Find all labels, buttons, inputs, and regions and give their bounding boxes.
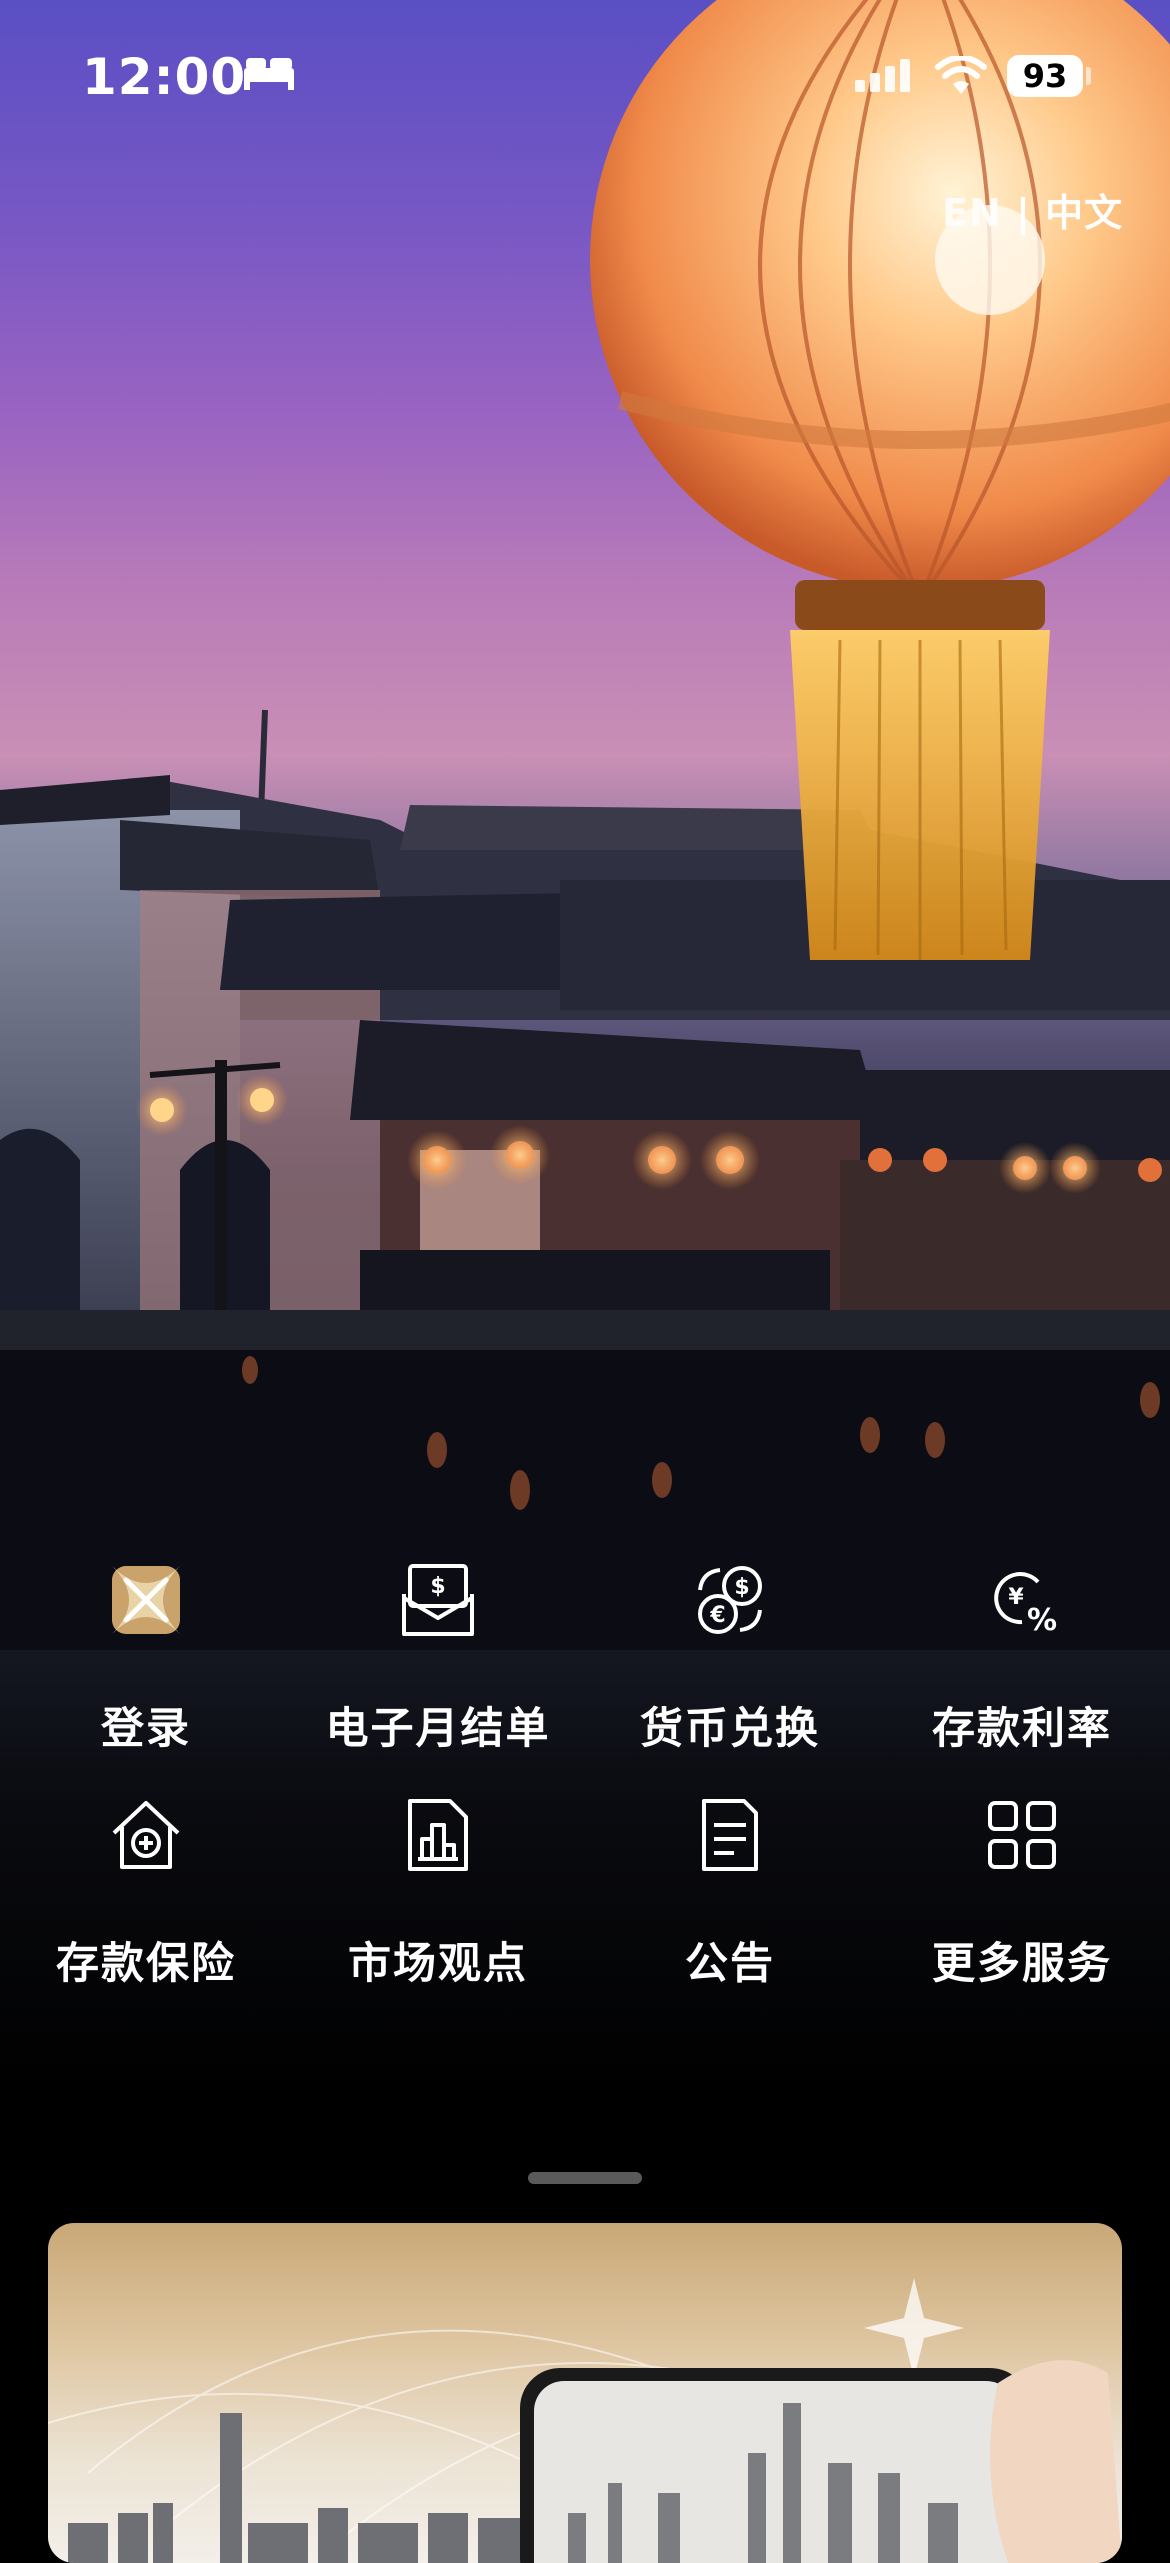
service-more[interactable]: 更多服务 <box>876 1795 1168 1995</box>
language-separator: | <box>1016 191 1031 235</box>
language-en[interactable]: EN <box>942 191 1002 235</box>
service-label: 存款保险 <box>56 1939 236 1989</box>
language-zh[interactable]: 中文 <box>1045 191 1123 235</box>
svg-text:$: $ <box>734 1575 749 1600</box>
service-login[interactable]: 登录 <box>0 1560 292 1760</box>
currency-exchange-icon: $ € <box>698 1566 762 1634</box>
market-insights-icon <box>408 1799 468 1871</box>
deposit-rate-icon: ¥ % <box>994 1572 1057 1638</box>
battery-icon: 93 <box>1007 55 1083 97</box>
banner-illustration <box>48 2278 1122 2563</box>
service-deposit-rate[interactable]: ¥ % 存款利率 <box>876 1560 1168 1760</box>
battery-tip <box>1086 67 1091 85</box>
service-deposit-insurance[interactable]: 存款保险 <box>0 1795 292 1995</box>
svg-text:$: $ <box>430 1574 445 1599</box>
status-time: 12:00 <box>82 48 247 106</box>
dbs-logo-icon <box>112 1566 180 1634</box>
announcement-icon <box>702 1799 758 1871</box>
sheet-drag-handle[interactable] <box>528 2172 642 2184</box>
service-currency-exchange[interactable]: $ € 货币兑换 <box>584 1560 876 1760</box>
promo-banner[interactable] <box>48 2223 1122 2563</box>
cellular-signal-icon <box>855 59 910 92</box>
wifi-icon <box>935 56 987 94</box>
service-label: 市场观点 <box>348 1939 528 1989</box>
deposit-insurance-icon <box>112 1801 180 1869</box>
svg-text:€: € <box>709 1603 725 1628</box>
status-bar: 12:00 93 <box>0 0 1170 150</box>
svg-text:¥: ¥ <box>1008 1585 1024 1610</box>
service-label: 存款利率 <box>932 1704 1112 1754</box>
service-label: 电子月结单 <box>325 1704 551 1754</box>
battery-level: 93 <box>1022 57 1068 95</box>
hero-background <box>0 0 1170 2100</box>
service-label: 公告 <box>685 1939 775 1989</box>
svg-text:%: % <box>1027 1603 1057 1638</box>
service-market-insights[interactable]: 市场观点 <box>292 1795 584 1995</box>
more-services-icon <box>988 1801 1056 1869</box>
bed-icon <box>244 58 294 90</box>
e-statement-icon: $ <box>402 1564 474 1636</box>
service-label: 登录 <box>101 1704 191 1754</box>
service-announcement[interactable]: 公告 <box>584 1795 876 1995</box>
service-e-statement[interactable]: $ 电子月结单 <box>292 1560 584 1760</box>
lantern-illustration <box>590 0 1170 960</box>
service-label: 更多服务 <box>932 1939 1112 1989</box>
language-switch[interactable]: EN | 中文 <box>942 182 1123 237</box>
service-label: 货币兑换 <box>640 1704 820 1754</box>
